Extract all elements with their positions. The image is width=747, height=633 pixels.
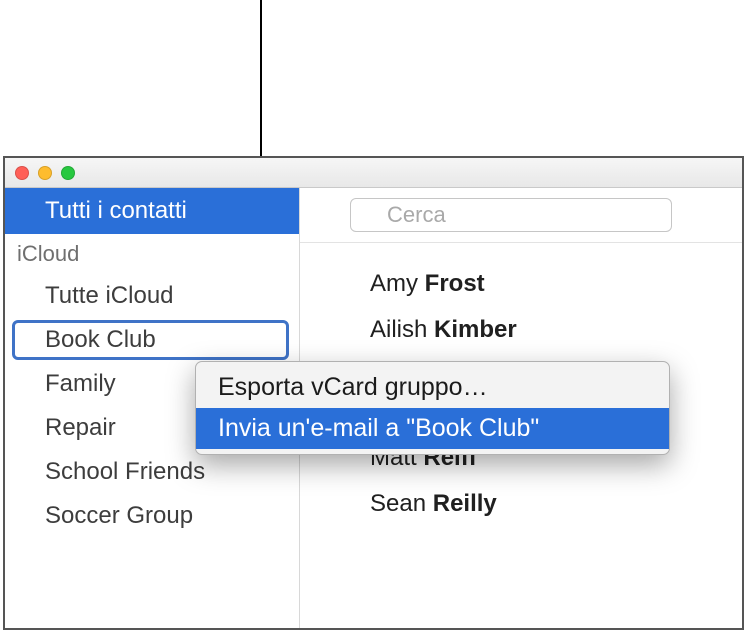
ctx-export-vcard[interactable]: Esporta vCard gruppo… (196, 367, 669, 408)
close-button[interactable] (15, 166, 29, 180)
sidebar-all-contacts[interactable]: Tutti i contatti (5, 188, 299, 234)
sidebar-item-label: Book Club (45, 326, 156, 353)
sidebar-item-school-friends[interactable]: School Friends (5, 450, 299, 494)
context-menu: Esporta vCard gruppo… Invia un'e-mail a … (195, 361, 670, 455)
ctx-send-email[interactable]: Invia un'e-mail a "Book Club" (196, 408, 669, 449)
sidebar-item-all-icloud[interactable]: Tutte iCloud (5, 274, 299, 318)
sidebar-section-icloud: iCloud (5, 234, 299, 274)
contact-row[interactable]: Amy Frost (370, 261, 742, 307)
contact-last: Kimber (434, 316, 517, 343)
contact-first: Amy (370, 270, 418, 297)
contact-row[interactable]: Sean Reilly (370, 481, 742, 527)
sidebar-item-soccer-group[interactable]: Soccer Group (5, 494, 299, 538)
search-input[interactable] (350, 198, 672, 232)
sidebar-item-book-club[interactable]: Book Club (5, 318, 299, 362)
contact-last: Reilly (433, 490, 497, 517)
search-wrap (300, 188, 742, 243)
zoom-button[interactable] (61, 166, 75, 180)
window-titlebar (5, 158, 742, 188)
contact-row[interactable]: Ailish Kimber (370, 307, 742, 353)
contact-last: Frost (425, 270, 485, 297)
contact-first: Sean (370, 490, 426, 517)
minimize-button[interactable] (38, 166, 52, 180)
contact-first: Ailish (370, 316, 427, 343)
